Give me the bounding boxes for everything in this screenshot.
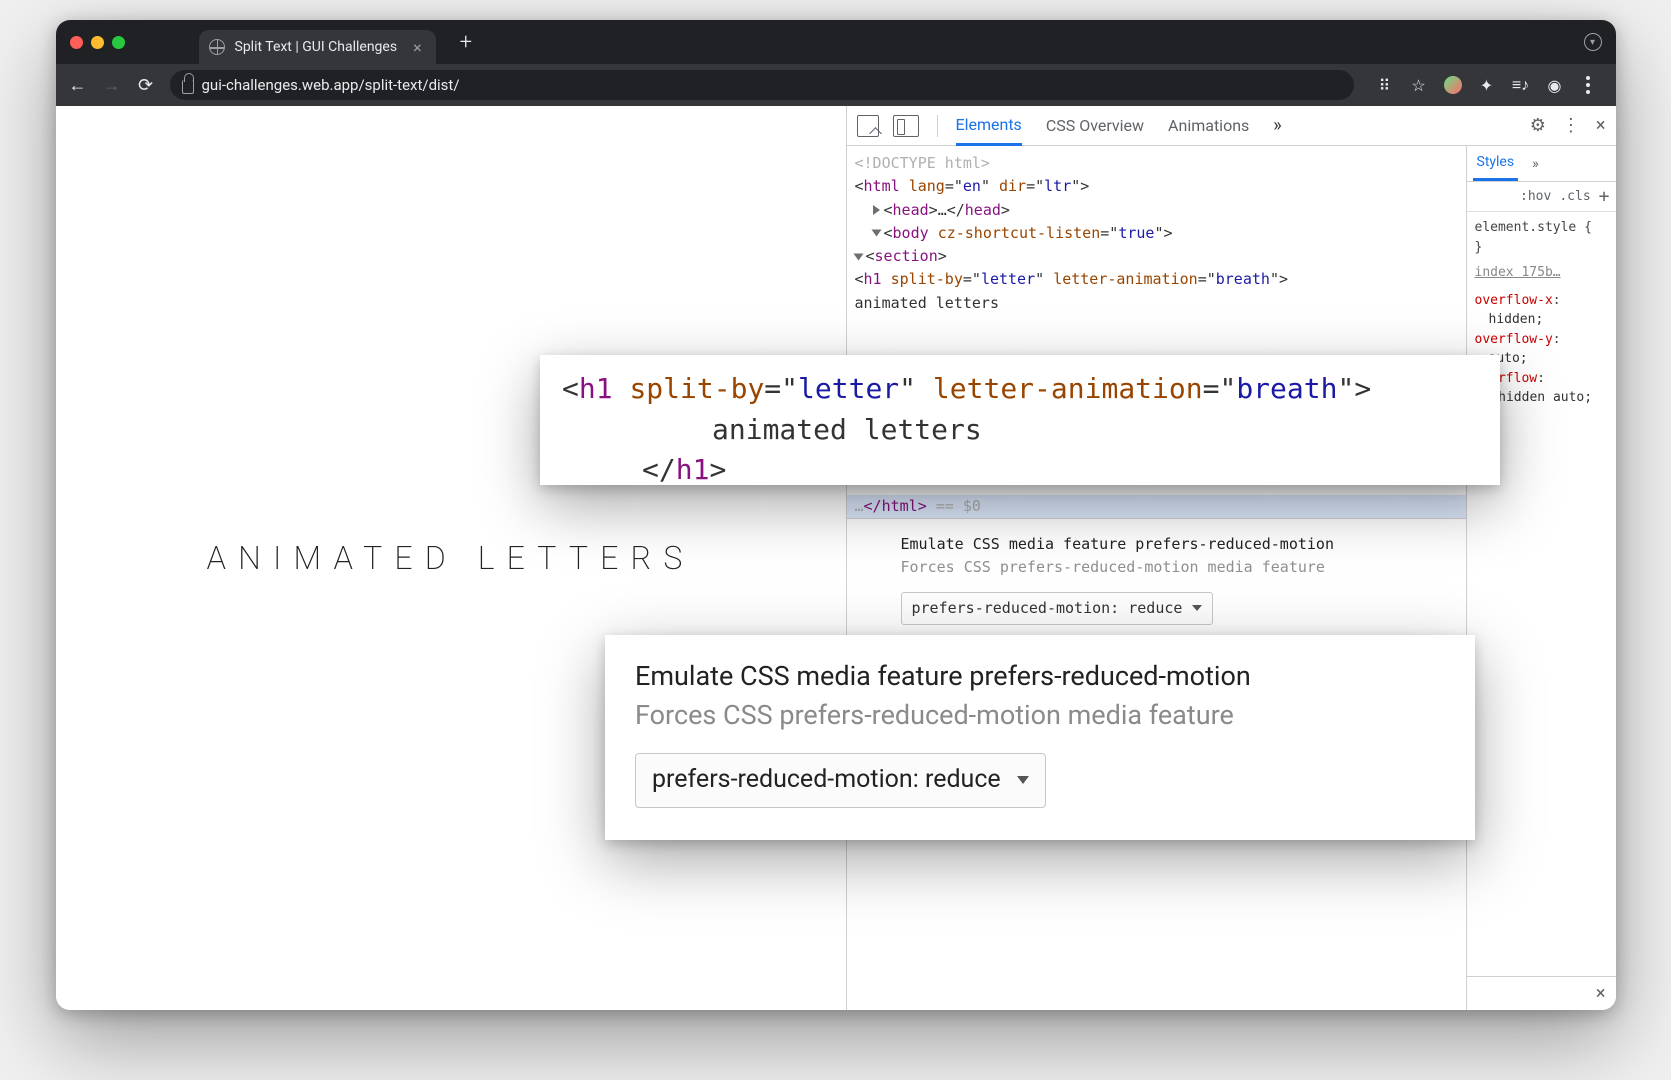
tab-styles[interactable]: Styles [1473,146,1519,181]
globe-icon [209,39,225,55]
element-style-close: } [1475,238,1608,258]
dom-body-open[interactable]: <body cz-shortcut-listen="true"> [847,222,1466,245]
rendering-select[interactable]: prefers-reduced-motion: reduce [901,592,1214,625]
tab-elements[interactable]: Elements [956,106,1022,146]
prop-name[interactable]: overflow-y [1475,332,1553,347]
element-style-open: element.style { [1475,218,1608,238]
prop-value[interactable]: hidden; [1475,310,1608,330]
browser-tab[interactable]: Split Text | GUI Challenges × [199,30,436,64]
fullscreen-window-button[interactable] [112,36,125,49]
styles-panel: Styles » :hov .cls + element.style { } i… [1466,146,1616,1010]
new-style-rule-button[interactable]: + [1599,186,1610,207]
dom-h1-text[interactable]: animated letters [847,292,1466,315]
tab-animations[interactable]: Animations [1168,107,1249,144]
caret-down-icon [1017,776,1029,784]
minimize-window-button[interactable] [91,36,104,49]
extensions-icon[interactable]: ✦ [1478,76,1496,94]
inspect-element-button[interactable] [857,115,879,137]
separator [937,115,938,137]
browser-window: Split Text | GUI Challenges × + ▾ ← → ⟳ … [56,20,1616,1010]
tab-css-overview[interactable]: CSS Overview [1046,107,1144,144]
url-text: gui-challenges.web.app/split-text/dist/ [202,76,460,94]
forward-button[interactable]: → [102,75,122,96]
toggle-device-toolbar-button[interactable] [893,115,919,137]
styles-filter-row: :hov .cls + [1467,182,1616,212]
back-button[interactable]: ← [68,75,88,96]
translate-icon[interactable]: ⠿ [1376,76,1394,94]
star-icon[interactable]: ☆ [1410,76,1428,94]
callout-emulate-select-value: prefers-reduced-motion: reduce [652,762,1001,798]
devtools-panel: Elements CSS Overview Animations » ⚙ ⋮ ×… [846,106,1616,1010]
browser-menu-button[interactable] [1580,76,1596,94]
close-window-button[interactable] [70,36,83,49]
profile-avatar-icon[interactable]: ◉ [1546,76,1564,94]
close-tab-button[interactable]: × [413,38,422,57]
rendering-subtitle: Forces CSS prefers-reduced-motion media … [901,556,1444,579]
viewport: ANIMATED LETTERS Elements CSS Overview A… [56,106,1616,1010]
cls-toggle[interactable]: .cls [1559,189,1590,204]
gear-icon[interactable]: ⚙ [1530,115,1546,136]
window-controls [70,36,125,49]
prop-name[interactable]: overflow-x [1475,293,1553,308]
tab-strip: Split Text | GUI Challenges × + ▾ [56,20,1616,64]
address-bar[interactable]: gui-challenges.web.app/split-text/dist/ [170,70,1354,100]
tab-title: Split Text | GUI Challenges [235,39,398,55]
devtools-tabs: Elements CSS Overview Animations » [956,106,1516,146]
toolbar: ← → ⟳ gui-challenges.web.app/split-text/… [56,64,1616,106]
equalizer-icon[interactable]: ≡♪ [1512,76,1530,94]
new-tab-button[interactable]: + [460,30,472,55]
dom-selected-line[interactable]: …</html> == $0 [847,495,1466,518]
hov-toggle[interactable]: :hov [1520,189,1551,204]
kebab-menu-icon[interactable]: ⋮ [1562,115,1580,136]
color-picker-extension-icon[interactable] [1444,76,1462,94]
dom-section-open[interactable]: <section> [847,245,1466,268]
callout-emulate-subtitle: Forces CSS prefers-reduced-motion media … [635,696,1445,735]
close-drawer-button[interactable]: × [1596,983,1606,1004]
dom-html-open[interactable]: <html lang="en" dir="ltr"> [847,175,1466,198]
devtools-toolbar: Elements CSS Overview Animations » ⚙ ⋮ × [847,106,1616,146]
more-styles-tabs[interactable]: » [1528,148,1543,180]
rendering-title: Emulate CSS media feature prefers-reduce… [901,533,1444,556]
stylesheet-link[interactable]: index 175b… [1475,263,1608,283]
styles-tabs: Styles » [1467,146,1616,182]
dom-h1-open[interactable]: <h1 split-by="letter" letter-animation="… [847,268,1466,291]
callout-code-text: animated letters [562,410,1478,451]
dom-head[interactable]: <head>…</head> [847,199,1466,222]
prop-value[interactable]: hidden auto; [1498,390,1592,405]
callout-emulate-title: Emulate CSS media feature prefers-reduce… [635,657,1445,696]
caret-down-icon [1192,605,1202,611]
dom-tree[interactable]: <!DOCTYPE html> <html lang="en" dir="ltr… [847,146,1466,1010]
callout-emulate: Emulate CSS media feature prefers-reduce… [605,635,1475,840]
reload-button[interactable]: ⟳ [136,75,156,96]
lock-icon [182,80,194,94]
toolbar-right: ⠿ ☆ ✦ ≡♪ ◉ [1368,76,1604,94]
page-content: ANIMATED LETTERS [56,106,846,1010]
callout-emulate-select[interactable]: prefers-reduced-motion: reduce [635,753,1046,807]
styles-body[interactable]: element.style { } index 175b… overflow-x… [1467,212,1616,976]
callout-code-snippet: <h1 split-by="letter" letter-animation="… [540,355,1500,485]
tab-search-button[interactable]: ▾ [1584,33,1602,51]
close-devtools-button[interactable]: × [1596,115,1606,136]
dom-doctype: <!DOCTYPE html> [847,152,1466,175]
rendering-select-value: prefers-reduced-motion: reduce [912,597,1183,620]
more-tabs-button[interactable]: » [1273,115,1281,136]
page-heading: ANIMATED LETTERS [207,539,695,577]
